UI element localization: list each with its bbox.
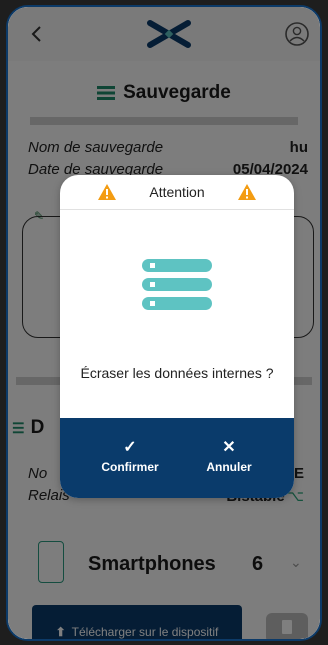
confirm-dialog: Attention Écraser les données internes ?…	[60, 175, 294, 498]
check-icon: ✓	[123, 439, 137, 456]
close-icon: ✕	[222, 439, 236, 456]
warning-icon	[238, 184, 256, 200]
dialog-header: Attention	[60, 175, 294, 210]
dialog-title: Attention	[149, 184, 205, 200]
cancel-button[interactable]: ✕ Annuler	[184, 439, 274, 475]
storage-icon	[142, 259, 212, 316]
cancel-label: Annuler	[206, 460, 252, 474]
confirm-label: Confirmer	[101, 460, 159, 474]
confirm-button[interactable]: ✓ Confirmer	[85, 439, 175, 475]
phone-frame: Sauvegarde Nom de sauvegarde hu Date de …	[6, 5, 322, 641]
dialog-message: Écraser les données internes ?	[80, 365, 274, 381]
dialog-actions: ✓ Confirmer ✕ Annuler	[60, 418, 294, 498]
